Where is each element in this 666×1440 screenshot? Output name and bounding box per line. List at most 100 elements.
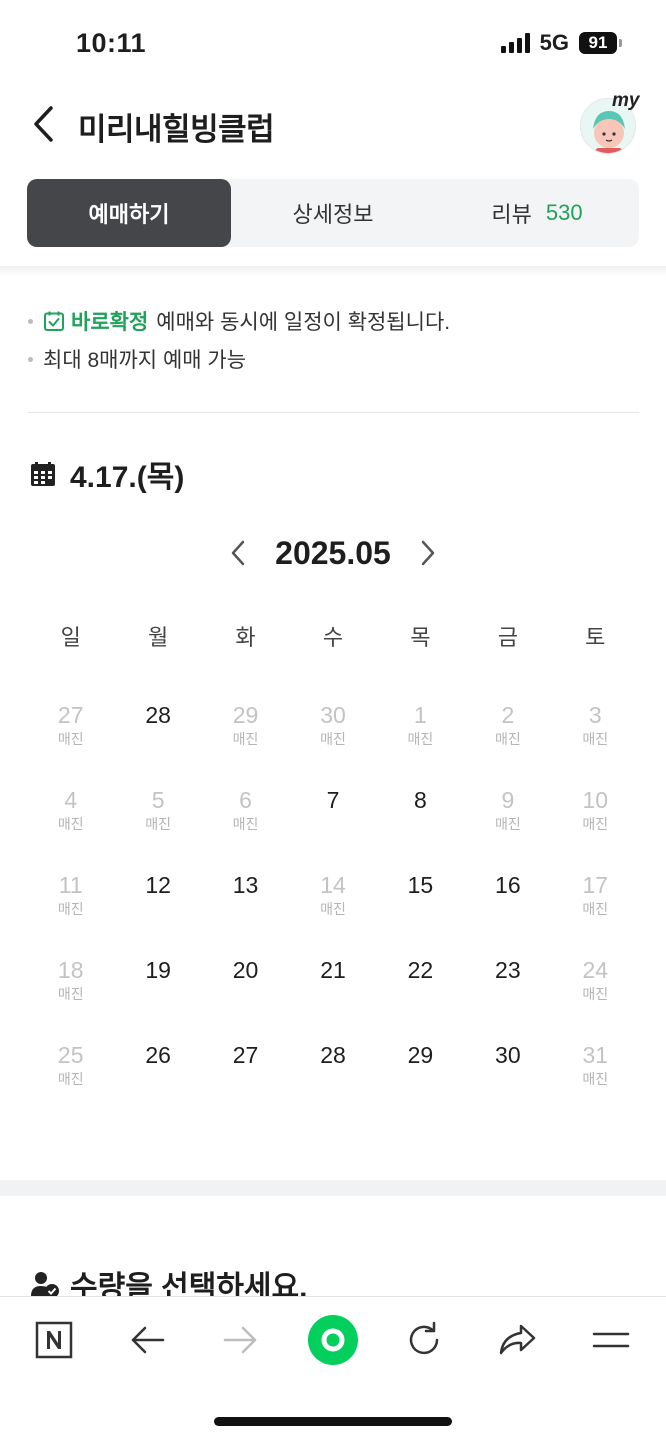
day-number: 16 xyxy=(495,872,521,898)
section-divider xyxy=(0,1180,666,1196)
tab-reviews[interactable]: 리뷰 530 xyxy=(435,179,639,247)
day-number: 28 xyxy=(320,1042,346,1068)
calendar-day: 30 매진 xyxy=(289,700,376,785)
day-number: 11 xyxy=(58,872,83,898)
day-number: 25 xyxy=(57,1042,84,1068)
day-number: 29 xyxy=(407,1042,434,1068)
my-label: my xyxy=(612,90,640,111)
menu-button[interactable] xyxy=(581,1315,641,1365)
day-number: 21 xyxy=(320,957,346,983)
calendar-day[interactable]: 21 xyxy=(289,955,376,1040)
tab-details[interactable]: 상세정보 xyxy=(231,179,435,247)
day-number: 2 xyxy=(501,702,515,728)
forward-nav-button[interactable] xyxy=(210,1315,270,1365)
day-number: 26 xyxy=(145,1042,171,1068)
weekday-header: 일 월 화 수 목 금 토 xyxy=(27,620,639,652)
green-home-button[interactable] xyxy=(303,1309,363,1371)
sold-out-label: 매진 xyxy=(494,731,521,747)
share-button[interactable] xyxy=(487,1315,547,1365)
day-number: 4 xyxy=(64,787,78,813)
month-label: 2025.05 xyxy=(275,534,391,571)
next-month-button[interactable] xyxy=(413,533,443,573)
calendar-icon xyxy=(31,462,55,486)
prev-month-button[interactable] xyxy=(223,533,253,573)
chevron-right-icon xyxy=(421,540,435,566)
ticket-limit-text: 최대 8매까지 예매 가능 xyxy=(43,349,247,372)
calendar-day[interactable]: 30 xyxy=(464,1040,551,1125)
day-number: 30 xyxy=(495,1042,521,1068)
day-number: 18 xyxy=(57,957,84,983)
share-icon xyxy=(499,1324,536,1355)
day-number: 28 xyxy=(145,702,171,728)
day-number: 5 xyxy=(151,787,165,813)
my-page-button[interactable]: my xyxy=(578,90,640,156)
sold-out-label: 매진 xyxy=(582,816,609,832)
day-number: 7 xyxy=(326,787,340,813)
tab-details-label: 상세정보 xyxy=(292,202,374,227)
calendar-day[interactable]: 13 xyxy=(202,870,289,955)
calendar-day[interactable]: 23 xyxy=(464,955,551,1040)
calendar-day[interactable]: 22 xyxy=(377,955,464,1040)
chevron-left-icon xyxy=(34,106,53,142)
sold-out-label: 매진 xyxy=(320,901,346,917)
weekday-sat: 토 xyxy=(585,625,606,650)
calendar-day: 1 매진 xyxy=(377,700,464,785)
signal-icon xyxy=(500,33,530,53)
notice-limit: 최대 8매까지 예매 가능 xyxy=(28,340,638,378)
calendar-grid: 27 매진 28 29 매진 30 매진 1 매진 2 매진 3 매진 4 매진 5 매진 6 매진 7 8 9 매진 10 매… xyxy=(27,700,639,1125)
sold-out-label: 매진 xyxy=(407,731,434,747)
day-number: 27 xyxy=(57,702,84,728)
calendar-day[interactable]: 29 xyxy=(377,1040,464,1125)
calendar-day[interactable]: 20 xyxy=(202,955,289,1040)
day-number: 10 xyxy=(582,787,609,813)
naver-button[interactable] xyxy=(24,1315,84,1365)
calendar-day[interactable]: 15 xyxy=(377,870,464,955)
refresh-button[interactable] xyxy=(394,1315,454,1365)
calendar-day: 24 매진 xyxy=(552,955,639,1040)
calendar-day[interactable]: 19 xyxy=(114,955,201,1040)
calendar-day[interactable]: 26 xyxy=(114,1040,201,1125)
sold-out-label: 매진 xyxy=(582,986,609,1002)
calendar-day[interactable]: 12 xyxy=(114,870,201,955)
sold-out-label: 매진 xyxy=(494,816,521,832)
naver-icon xyxy=(35,1321,73,1359)
chevron-left-icon xyxy=(231,540,245,566)
calendar-day: 5 매진 xyxy=(114,785,201,870)
tab-reviews-label: 리뷰 xyxy=(491,202,532,227)
day-number: 19 xyxy=(145,957,171,983)
calendar-check-icon xyxy=(43,310,65,332)
calendar-day[interactable]: 16 xyxy=(464,870,551,955)
bullet xyxy=(28,356,33,362)
notice-confirm: 바로확정 예매와 동시에 일정이 확정됩니다. xyxy=(28,302,638,340)
booking-notices: 바로확정 예매와 동시에 일정이 확정됩니다. 최대 8매까지 예매 가능 xyxy=(28,302,638,378)
back-nav-button[interactable] xyxy=(118,1315,178,1365)
day-number: 1 xyxy=(414,702,427,728)
calendar-day[interactable]: 27 xyxy=(202,1040,289,1125)
app-header: 미리내힐빙클럽 my xyxy=(0,88,666,162)
back-button[interactable] xyxy=(24,104,64,144)
calendar-day[interactable]: 28 xyxy=(114,700,201,785)
network-label: 5G xyxy=(539,30,569,55)
day-number: 27 xyxy=(232,1042,259,1068)
tab-booking[interactable]: 예매하기 xyxy=(27,179,231,247)
page-title: 미리내힐빙클럽 xyxy=(78,112,275,147)
instant-confirm-text: 예매와 동시에 일정이 확정됩니다. xyxy=(156,311,451,334)
sold-out-label: 매진 xyxy=(57,901,84,917)
calendar-day[interactable]: 28 xyxy=(289,1040,376,1125)
calendar-day[interactable]: 8 xyxy=(377,785,464,870)
selected-date-label: 4.17.(목) xyxy=(70,461,185,494)
day-number: 9 xyxy=(501,787,515,813)
calendar-day: 11 매진 xyxy=(27,870,114,955)
weekday-wed: 수 xyxy=(322,625,344,650)
calendar-day: 9 매진 xyxy=(464,785,551,870)
back-arrow-icon xyxy=(131,1326,165,1354)
weekday-tue: 화 xyxy=(235,625,256,650)
weekday-thu: 목 xyxy=(410,625,431,650)
weekday-fri: 금 xyxy=(497,625,518,650)
calendar-day: 10 매진 xyxy=(552,785,639,870)
day-number: 8 xyxy=(414,787,427,813)
sold-out-label: 매진 xyxy=(232,816,259,832)
battery-level: 91 xyxy=(579,32,617,54)
green-home-icon xyxy=(308,1315,358,1365)
calendar-day[interactable]: 7 xyxy=(289,785,376,870)
